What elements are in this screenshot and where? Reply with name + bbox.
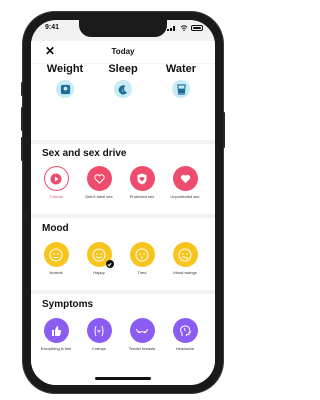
sleep-label: Sleep — [108, 63, 138, 75]
symptoms-title: Symptoms — [42, 299, 94, 310]
weight-label: Weight — [46, 63, 84, 75]
tender-breasts-icon — [129, 318, 155, 343]
symptoms-card: Symptoms Everything is fine Cramps Tende… — [31, 294, 215, 385]
headache-icon — [172, 318, 198, 343]
sex-option-protected-sex[interactable]: Protected sex — [122, 166, 162, 199]
svg-text:z: z — [121, 88, 123, 92]
mood-swings-icon — [172, 242, 198, 267]
mood-option-mood-swings[interactable]: Mood swings — [165, 242, 205, 275]
heart-icon — [172, 166, 198, 191]
status-icons — [167, 25, 203, 31]
symptom-option-label: Cramps — [91, 346, 106, 351]
cramps-icon — [86, 318, 112, 343]
signal-icon — [167, 25, 177, 31]
mute-switch — [21, 82, 23, 96]
sex-option-didnt-have-sex[interactable]: Didn't have sex — [79, 166, 119, 199]
mood-title: Mood — [42, 223, 69, 234]
volume-down-button — [21, 137, 23, 161]
symptom-option-cramps[interactable]: Cramps — [79, 318, 119, 351]
neutral-face-icon — [43, 242, 69, 267]
mood-option-label: Mood swings — [173, 270, 197, 275]
water-label: Water — [165, 63, 197, 75]
weight-tile[interactable]: Weight — [37, 63, 93, 98]
mood-card: Mood Normal Happy Tired Mood swings — [31, 218, 215, 290]
quick-log-card: Weight Sleep z Water — [31, 63, 215, 140]
symptom-option-everything-fine[interactable]: Everything is fine — [36, 318, 76, 351]
battery-icon — [191, 25, 203, 31]
check-icon — [105, 260, 114, 268]
sex-option-label: Tutorial — [49, 194, 63, 199]
shield-heart-icon — [129, 166, 155, 191]
mood-option-happy[interactable]: Happy — [79, 242, 119, 275]
scale-icon — [56, 80, 74, 98]
status-time: 9:41 — [45, 24, 60, 31]
screen: 9:41 ✕ Today Weight Sleep z Water Sex an… — [31, 20, 215, 385]
sex-option-tutorial[interactable]: Tutorial — [36, 166, 76, 199]
sex-card: Sex and sex drive Tutorial Didn't have s… — [31, 144, 215, 214]
symptom-option-headache[interactable]: Headache — [165, 318, 205, 351]
page-title: Today — [111, 47, 135, 56]
water-glass-icon — [172, 80, 190, 98]
thumb-up-icon — [43, 318, 69, 343]
mood-option-label: Happy — [93, 270, 105, 275]
symptom-option-label: Headache — [175, 346, 195, 351]
mood-option-label: Tired — [137, 270, 147, 275]
phone-frame: 9:41 ✕ Today Weight Sleep z Water Sex an… — [21, 12, 225, 393]
wifi-icon — [180, 25, 188, 31]
sleep-tile[interactable]: Sleep z — [95, 63, 151, 98]
power-button — [223, 112, 225, 148]
sex-option-label: Protected sex — [129, 194, 155, 199]
volume-up-button — [21, 107, 23, 131]
header: ✕ Today — [31, 41, 215, 63]
mood-option-normal[interactable]: Normal — [36, 242, 76, 275]
notch — [79, 20, 167, 37]
symptom-option-label: Tender breasts — [128, 346, 156, 351]
sex-option-label: Unprotected sex — [170, 194, 200, 199]
symptom-option-tender-breasts[interactable]: Tender breasts — [122, 318, 162, 351]
tired-face-icon — [129, 242, 155, 267]
happy-face-icon — [86, 242, 114, 268]
sleep-icon: z — [114, 80, 132, 98]
home-indicator[interactable] — [95, 377, 151, 380]
sex-option-unprotected-sex[interactable]: Unprotected sex — [165, 166, 205, 199]
mood-option-label: Normal — [49, 270, 63, 275]
play-icon — [43, 166, 69, 191]
mood-option-tired[interactable]: Tired — [122, 242, 162, 275]
water-tile[interactable]: Water — [153, 63, 209, 98]
heart-outline-icon — [86, 166, 112, 191]
sex-title: Sex and sex drive — [42, 148, 127, 159]
sex-option-label: Didn't have sex — [85, 194, 113, 199]
symptom-option-label: Everything is fine — [40, 346, 72, 351]
